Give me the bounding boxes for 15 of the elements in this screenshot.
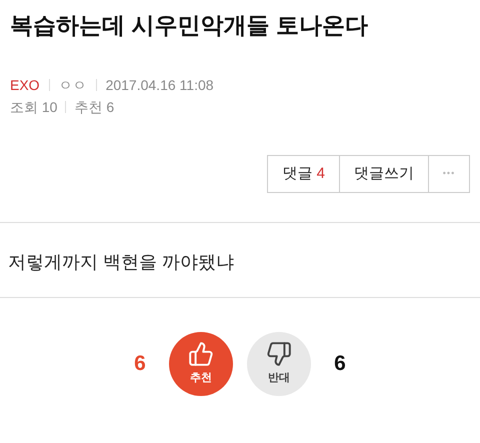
write-comment-button[interactable]: 댓글쓰기 <box>340 156 429 192</box>
thumbs-down-icon <box>266 341 292 368</box>
post-title: 복습하는데 시우민악개들 토나온다 <box>10 11 369 40</box>
thumbs-up-icon <box>188 341 214 368</box>
author-name: ㅇㅇ <box>58 76 87 95</box>
upvote-count: 6 <box>133 351 147 378</box>
downvote-count: 6 <box>333 351 347 378</box>
upvote-button[interactable]: 추천 <box>169 332 233 396</box>
category-link[interactable]: EXO <box>10 75 40 95</box>
post-body: 저렇게까지 백현을 까야됐냐 <box>7 251 236 274</box>
post-date: 2017.04.16 11:08 <box>106 76 214 95</box>
comments-button[interactable]: 댓글 4 <box>268 156 340 192</box>
view-count: 조회 10 <box>10 98 58 117</box>
downvote-button[interactable]: 반대 <box>247 332 311 396</box>
recommend-count: 추천 6 <box>74 98 114 117</box>
